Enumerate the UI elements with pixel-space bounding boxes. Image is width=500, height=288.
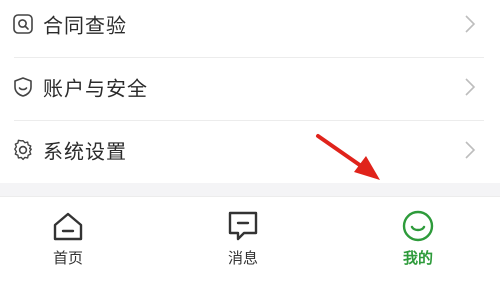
settings-menu: 合同查验 账户与安全 系统设置 — [0, 0, 500, 183]
menu-item-contract-check[interactable]: 合同查验 — [0, 0, 500, 54]
profile-smile-icon — [402, 210, 434, 242]
chevron-right-icon — [465, 78, 476, 96]
tab-label: 首页 — [52, 249, 83, 267]
menu-item-label: 账户与安全 — [43, 76, 148, 101]
shield-icon — [14, 77, 32, 97]
bottom-tab-bar: 首页 消息 我的 — [0, 196, 500, 288]
menu-item-system-settings[interactable]: 系统设置 — [0, 120, 500, 180]
home-icon — [53, 212, 83, 241]
tab-profile[interactable]: 我的 — [358, 197, 478, 288]
tab-home[interactable]: 首页 — [8, 197, 128, 288]
menu-item-account-security[interactable]: 账户与安全 — [0, 57, 500, 117]
tab-messages[interactable]: 消息 — [183, 197, 303, 288]
menu-item-label: 合同查验 — [43, 13, 127, 38]
chevron-right-icon — [465, 15, 476, 33]
gear-icon — [14, 139, 33, 161]
contract-search-icon — [13, 14, 33, 34]
tab-label: 我的 — [402, 249, 433, 267]
chevron-right-icon — [465, 141, 476, 159]
menu-item-label: 系统设置 — [43, 139, 127, 164]
tab-label: 消息 — [227, 249, 258, 267]
message-icon — [228, 211, 258, 241]
